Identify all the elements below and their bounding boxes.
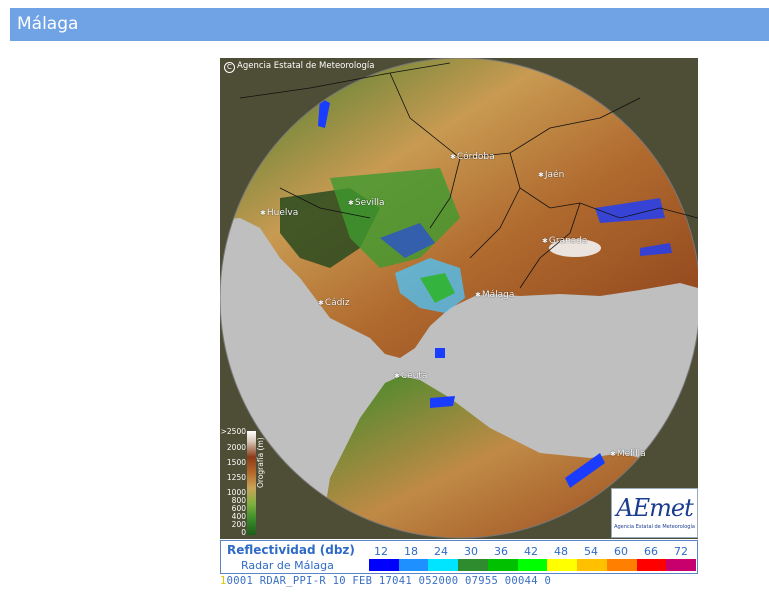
oro-tick: 1500 bbox=[226, 458, 246, 467]
oro-tick: 0 bbox=[241, 528, 246, 537]
legend-title: Reflectividad (dbz) bbox=[227, 543, 355, 557]
orography-scale: >2500 2000 1500 1250 1000 800 600 400 20… bbox=[220, 428, 270, 539]
radar-panel: CAgencia Estatal de Meteorología Córdoba… bbox=[220, 58, 698, 588]
city-label-melilla: Melilla bbox=[610, 449, 646, 459]
page-title: Málaga bbox=[10, 8, 769, 41]
city-label-jaen: Jaén bbox=[538, 170, 564, 180]
legend-color-swatch bbox=[369, 559, 399, 571]
legend-color-swatch bbox=[577, 559, 607, 571]
ticker-text: 0001 RDAR_PPI-R 10 FEB 17041 052000 0795… bbox=[226, 575, 552, 587]
orography-color-bar bbox=[247, 431, 256, 535]
legend-value: 42 bbox=[524, 545, 538, 558]
legend-value: 30 bbox=[464, 545, 478, 558]
legend-value: 54 bbox=[584, 545, 598, 558]
copyright-text: Agencia Estatal de Meteorología bbox=[237, 61, 375, 71]
legend-color-swatch bbox=[606, 559, 637, 571]
legend-color-bar bbox=[369, 559, 697, 571]
ticker-lead: 1 bbox=[220, 575, 227, 587]
copyright-icon: C bbox=[224, 62, 235, 73]
legend-color-swatch bbox=[458, 559, 488, 571]
legend-color-swatch bbox=[517, 559, 548, 571]
legend-color-swatch bbox=[666, 559, 697, 571]
city-label-granada: Granada bbox=[542, 236, 588, 246]
legend-value: 18 bbox=[404, 545, 418, 558]
aemet-logo-text: AEmet bbox=[616, 494, 693, 522]
legend-value: 66 bbox=[644, 545, 658, 558]
legend-value: 12 bbox=[374, 545, 388, 558]
legend-color-swatch bbox=[487, 559, 518, 571]
oro-tick: 1250 bbox=[226, 473, 246, 482]
legend-value: 72 bbox=[674, 545, 688, 558]
city-label-ceuta: Ceuta bbox=[394, 371, 428, 381]
legend-color-swatch bbox=[636, 559, 667, 571]
city-label-sevilla: Sevilla bbox=[348, 198, 385, 208]
legend-color-swatch bbox=[547, 559, 578, 571]
radar-ticker: 10001 RDAR_PPI-R 10 FEB 17041 052000 079… bbox=[220, 574, 698, 588]
city-label-cordoba: Córdoba bbox=[450, 152, 495, 162]
orography-title: Orografía (m) bbox=[256, 437, 265, 488]
legend-value: 48 bbox=[554, 545, 568, 558]
oro-tick: >2500 bbox=[220, 427, 246, 436]
reflectivity-legend: Reflectividad (dbz) Radar de Málaga 12 1… bbox=[220, 540, 698, 574]
legend-values: 12 18 24 30 36 42 48 54 60 66 72 bbox=[366, 545, 696, 558]
copyright-notice: C Agencia Estatal de Meteorología bbox=[224, 61, 374, 73]
oro-tick: 2000 bbox=[226, 443, 246, 452]
city-label-malaga: Málaga bbox=[475, 290, 515, 300]
legend-subtitle: Radar de Málaga bbox=[241, 559, 334, 572]
legend-color-swatch bbox=[398, 559, 429, 571]
city-label-huelva: Huelva bbox=[260, 208, 298, 218]
aemet-logo-subtitle: Agencia Estatal de Meteorología bbox=[614, 524, 695, 530]
radar-map bbox=[220, 58, 698, 539]
legend-color-swatch bbox=[428, 559, 459, 571]
legend-value: 60 bbox=[614, 545, 628, 558]
aemet-logo: AEmet Agencia Estatal de Meteorología bbox=[611, 488, 698, 538]
legend-value: 24 bbox=[434, 545, 448, 558]
city-label-cadiz: Cádiz bbox=[318, 298, 350, 308]
legend-value: 36 bbox=[494, 545, 508, 558]
